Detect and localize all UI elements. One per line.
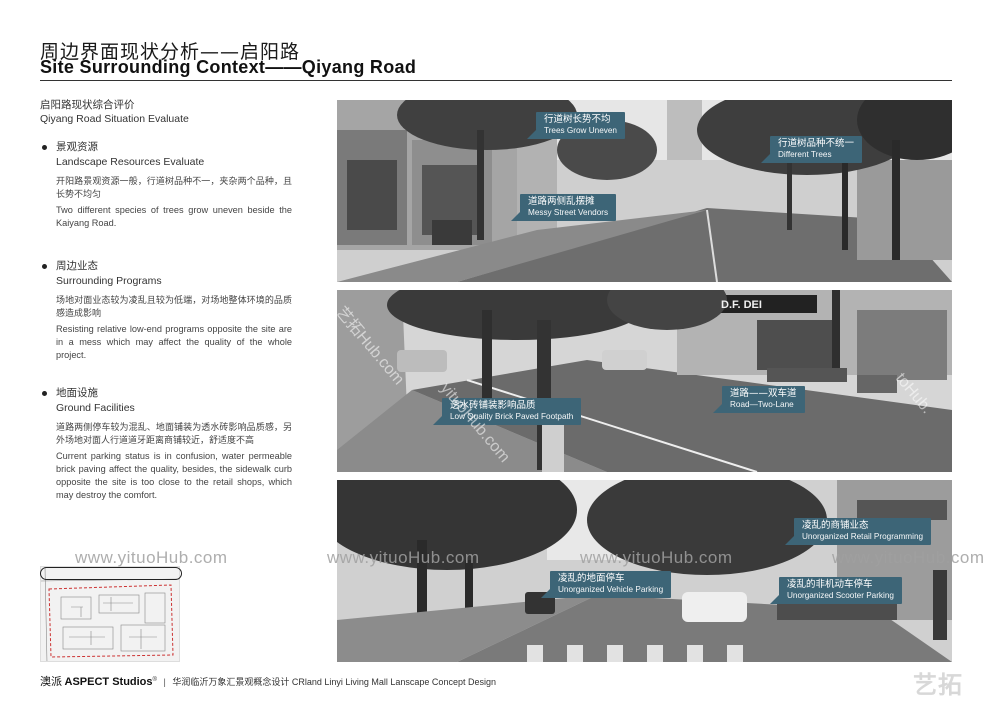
callout-label-en: Unorganized Scooter Parking (787, 591, 894, 600)
callout-trees-uneven: 行道树长势不均 Trees Grow Uneven (527, 112, 625, 139)
photo-two-lane-road: D.F. DEI 透水砖铺装影响品质 Low Quality Brick Pav… (337, 290, 952, 472)
callout-label-cn: 道路——双车道 (730, 388, 797, 399)
footer: 澳派 ASPECT Studios® | 华润临沂万象汇景观概念设计 CRlan… (40, 673, 496, 689)
item-body-cn: 道路两侧停车较为混乱、地面铺装为透水砖影响品质感，另外场地对面人行道道牙距离商铺… (56, 423, 292, 446)
photo-parking-retail: 凌乱的商铺业态 Unorganized Retail Programming 凌… (337, 480, 952, 662)
footer-separator: | (163, 677, 166, 687)
header-divider (40, 80, 952, 81)
callout-label-en: Unorganized Retail Programming (802, 532, 924, 541)
callout-scooter-parking: 凌乱的非机动车停车 Unorganized Scooter Parking (770, 577, 902, 604)
callout-label-cn: 行道树长势不均 (544, 114, 611, 125)
registered-mark: ® (152, 677, 157, 683)
item-title-cn: 地面设施 (56, 387, 98, 399)
evaluation-heading-en: Qiyang Road Situation Evaluate (40, 113, 189, 125)
evaluation-item-programs: 周边业态 Surrounding Programs 场地对面业态较为凌乱且较为低… (40, 259, 292, 362)
shop-sign-text: D.F. DEI (721, 299, 762, 311)
watermark-text: www.yituoHub.com (580, 548, 733, 567)
callout-label-en: Trees Grow Uneven (544, 126, 617, 135)
callout-label-en: Unorganized Vehicle Parking (558, 585, 664, 594)
bullet-icon (42, 391, 47, 396)
item-body-en: Current parking status is in confusion, … (56, 451, 292, 500)
footer-brand-en: ASPECT Studios (64, 676, 153, 688)
callout-label-cn: 凌乱的非机动车停车 (787, 579, 873, 590)
callout-vehicle-parking: 凌乱的地面停车 Unorganized Vehicle Parking (540, 571, 672, 598)
site-plan-thumbnail (40, 566, 180, 662)
item-title-cn: 周边业态 (56, 260, 98, 272)
callout-label-en: Road—Two-Lane (730, 400, 794, 409)
callout-label-en: Messy Street Vendors (528, 208, 609, 217)
evaluation-item-landscape: 景观资源 Landscape Resources Evaluate 开阳路景观资… (40, 140, 292, 230)
watermark-text: www.yituoHub.com (75, 548, 228, 567)
callout-two-lane: 道路——双车道 Road—Two-Lane (713, 386, 805, 413)
item-body-en: Resisting relative low-end programs oppo… (56, 324, 292, 360)
callout-label-cn: 行道树品种不统一 (778, 138, 855, 149)
item-body-en: Two different species of trees grow unev… (56, 205, 292, 228)
item-body-cn: 开阳路景观资源一般，行道树品种不一，夹杂两个品种，且长势不均匀 (56, 177, 292, 200)
item-body-cn: 场地对面业态较为凌乱且较为低端，对场地整体环境的品质感造成影响 (56, 296, 292, 319)
page-title-en: Site Surrounding Context——Qiyang Road (40, 57, 417, 77)
evaluation-panel: 启阳路现状综合评价 Qiyang Road Situation Evaluate… (40, 98, 292, 500)
callout-different-trees: 行道树品种不统一 Different Trees (760, 136, 863, 163)
callout-retail-programming: 凌乱的商铺业态 Unorganized Retail Programming (784, 518, 932, 545)
watermark-text: www.yituoHub.com (832, 548, 985, 567)
item-title-en: Ground Facilities (56, 402, 135, 414)
evaluation-item-ground: 地面设施 Ground Facilities 道路两侧停车较为混乱、地面铺装为透… (40, 386, 292, 502)
footer-project-cn: 华润临沂万象汇景观概念设计 (172, 678, 290, 688)
corner-logo-mark: 艺拓 (913, 671, 963, 699)
footer-project-en: CRland Linyi Living Mall Lanscape Concep… (291, 677, 496, 687)
bullet-icon (42, 145, 47, 150)
item-title-en: Surrounding Programs (56, 275, 162, 287)
photo-street-trees: 行道树长势不均 Trees Grow Uneven 行道树品种不统一 Diffe… (337, 100, 952, 282)
watermark-text: www.yituoHub.com (327, 548, 480, 567)
callout-label-cn: 凌乱的商铺业态 (802, 520, 869, 531)
item-title-en: Landscape Resources Evaluate (56, 156, 205, 168)
evaluation-heading-cn: 启阳路现状综合评价 (40, 99, 135, 111)
callout-label-en: Different Trees (778, 150, 832, 159)
item-title-cn: 景观资源 (56, 141, 98, 153)
plan-highlight-outline (40, 567, 182, 580)
callout-label-cn: 凌乱的地面停车 (558, 573, 625, 584)
bullet-icon (42, 264, 47, 269)
callout-street-vendors: 道路两侧乱摆摊 Messy Street Vendors (510, 194, 617, 221)
footer-brand-cn: 澳派 (40, 675, 62, 688)
callout-label-cn: 道路两侧乱摆摊 (528, 196, 595, 207)
